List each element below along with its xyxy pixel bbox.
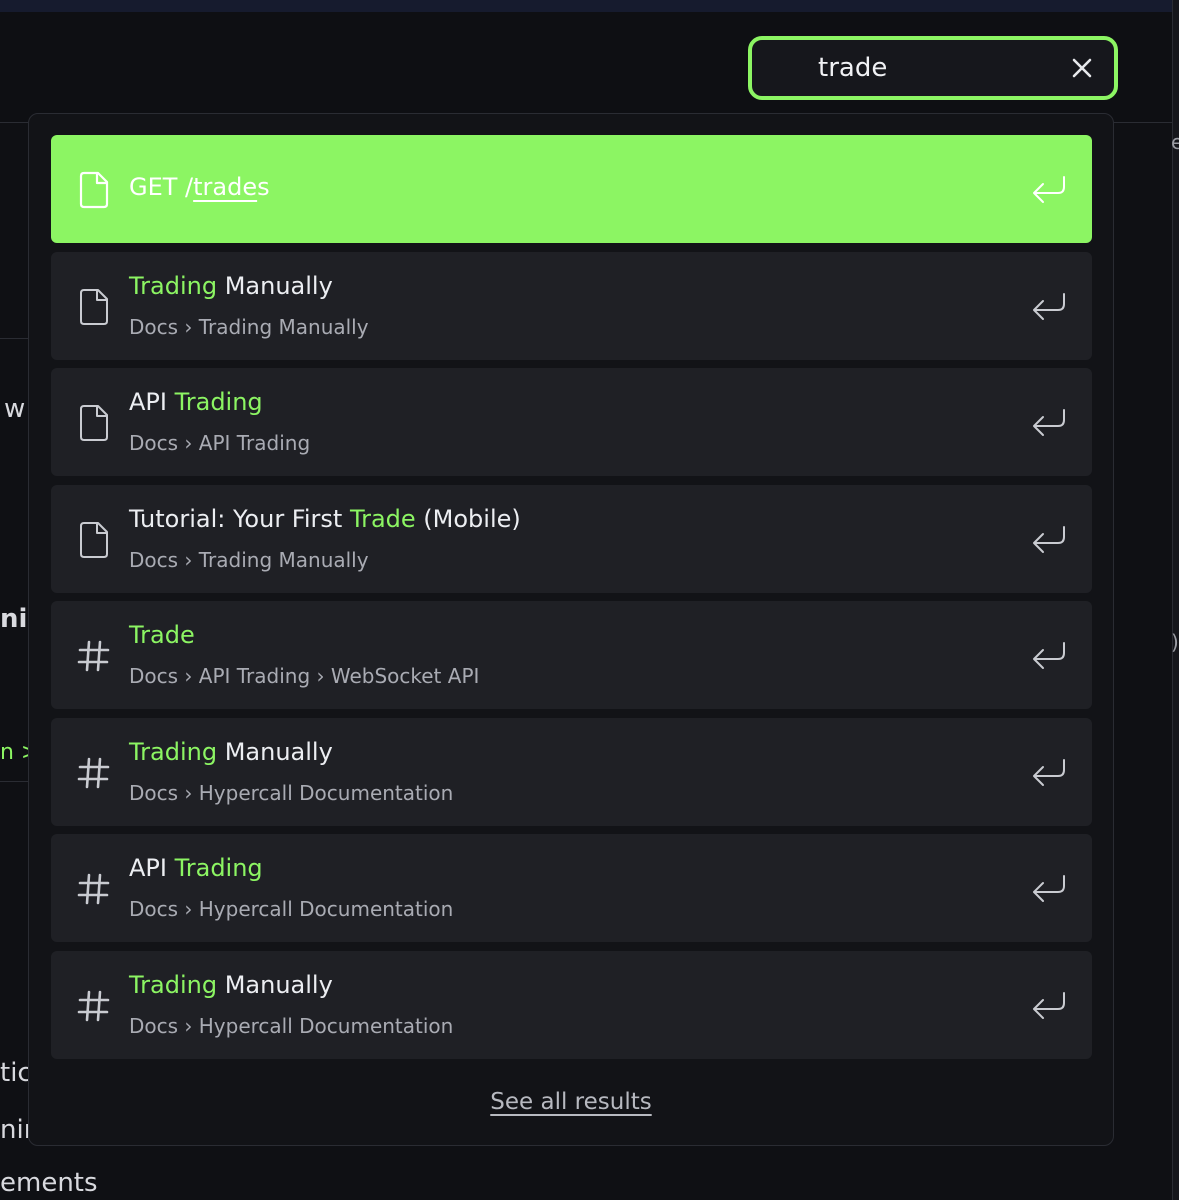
result-title: Trading Manually [129,971,333,999]
top-strip [0,0,1179,12]
see-all-row: See all results [29,1089,1113,1115]
enter-key-icon [1033,176,1065,203]
result-breadcrumb: Docs › Hypercall Documentation [129,897,454,921]
result-title: API Trading [129,854,263,882]
result-item[interactable]: Tutorial: Your First Trade (Mobile) Docs… [51,485,1092,593]
bg-left-fragment: nir [0,1115,28,1145]
result-title: Tutorial: Your First Trade (Mobile) [129,505,521,533]
result-item[interactable]: API Trading Docs › API Trading [51,368,1092,476]
result-item[interactable]: Trade Docs › API Trading › WebSocket API [51,601,1092,709]
result-breadcrumb: Docs › Trading Manually [129,315,369,339]
bg-left-fragment: nir [0,604,28,634]
result-title: Trading Manually [129,272,333,300]
enter-key-icon [1033,642,1065,669]
search-results-panel: GET /trades Trading Manually Docs › Trad… [28,113,1114,1146]
bg-right-fragment: ) [1171,630,1179,654]
see-all-results-link[interactable]: See all results [490,1089,651,1115]
enter-key-icon [1033,293,1065,320]
result-item[interactable]: GET /trades [51,135,1092,243]
bg-divider [0,338,30,339]
document-icon [80,522,108,558]
result-breadcrumb: Docs › API Trading › WebSocket API [129,664,480,688]
result-title: Trade [129,621,195,649]
bg-left-fragment: w [4,394,26,424]
result-item[interactable]: Trading Manually Docs › Hypercall Docume… [51,718,1092,826]
result-title: API Trading [129,388,263,416]
result-breadcrumb: Docs › Trading Manually [129,548,369,572]
result-breadcrumb: Docs › Hypercall Documentation [129,781,454,805]
hash-icon [77,640,110,672]
close-icon [1072,58,1092,78]
result-breadcrumb: Docs › API Trading [129,431,311,455]
result-breadcrumb: Docs › Hypercall Documentation [129,1014,454,1038]
enter-key-icon [1033,409,1065,436]
result-title: Trading Manually [129,738,333,766]
result-item[interactable]: Trading Manually Docs › Hypercall Docume… [51,951,1092,1059]
result-item[interactable]: API Trading Docs › Hypercall Documentati… [51,834,1092,942]
hash-icon [77,990,110,1022]
hash-icon [77,873,110,905]
result-item[interactable]: Trading Manually Docs › Trading Manually [51,252,1092,360]
bg-right-fragment: e [1171,130,1179,154]
bg-left-fragment: ements [0,1168,98,1198]
document-icon [80,289,108,325]
enter-key-icon [1033,759,1065,786]
enter-key-icon [1033,992,1065,1019]
enter-key-icon [1033,526,1065,553]
document-icon [79,171,109,209]
clear-search-button[interactable] [1068,54,1096,82]
right-scroll-edge: e ) [1171,0,1179,1200]
search-input[interactable] [818,48,1048,88]
document-icon [80,405,108,441]
hash-icon [77,757,110,789]
search-box[interactable] [748,36,1118,100]
bg-divider [0,781,30,782]
result-title: GET /trades [129,173,270,201]
bg-left-fragment: tic [0,1058,28,1088]
enter-key-icon [1033,875,1065,902]
